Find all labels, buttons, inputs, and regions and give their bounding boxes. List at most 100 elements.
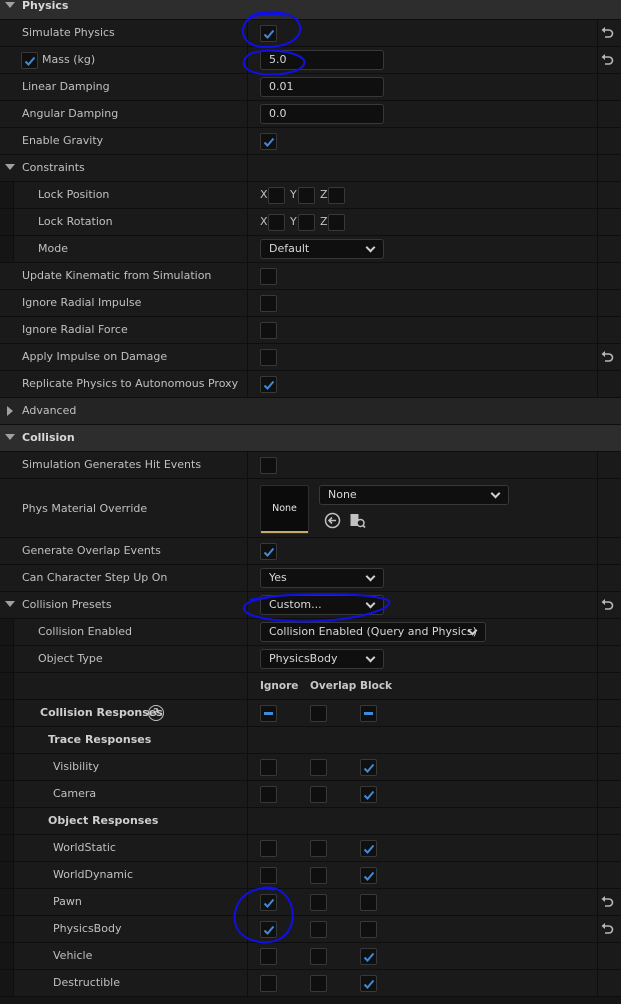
object-responses-row: Object Responses <box>0 808 621 835</box>
overlap-checkbox[interactable] <box>310 786 327 803</box>
angular-damping-input[interactable]: 0.0 <box>260 104 384 124</box>
lock-position-x-checkbox[interactable] <box>268 187 285 204</box>
group-constraints[interactable]: Constraints <box>0 155 621 182</box>
lock-position-y-checkbox[interactable] <box>298 187 315 204</box>
mass-override-checkbox[interactable] <box>21 52 38 69</box>
mode-value: Default <box>269 242 310 255</box>
block-checkbox[interactable] <box>360 759 377 776</box>
expand-arrow-icon[interactable] <box>5 164 15 170</box>
linear-damping-input[interactable]: 0.01 <box>260 77 384 97</box>
overlap-checkbox[interactable] <box>310 867 327 884</box>
mass-input[interactable]: 5.0 <box>260 50 384 70</box>
prop-can-step: Can Character Step Up On Yes <box>0 565 621 592</box>
lock-position-z-checkbox[interactable] <box>328 187 345 204</box>
channel-label: Vehicle <box>53 949 93 962</box>
collision-presets-dropdown[interactable]: Custom... <box>260 595 384 615</box>
reset-arrow-icon[interactable] <box>600 922 614 936</box>
category-collision[interactable]: Collision <box>0 425 621 452</box>
lock-rotation-z-checkbox[interactable] <box>328 214 345 231</box>
ignore-checkbox[interactable] <box>260 948 277 965</box>
axis-x-label: X <box>260 188 268 201</box>
all-block-checkbox[interactable] <box>360 705 377 722</box>
overlap-checkbox[interactable] <box>310 975 327 992</box>
prop-label: Simulation Generates Hit Events <box>22 458 202 471</box>
ignore-checkbox[interactable] <box>260 759 277 776</box>
apply-impulse-checkbox[interactable] <box>260 349 277 366</box>
col-block-header: Block <box>360 680 393 692</box>
prop-lock-position: Lock Position X Y Z <box>0 182 621 209</box>
expand-arrow-icon[interactable] <box>5 601 15 607</box>
can-step-dropdown[interactable]: Yes <box>260 568 384 588</box>
overlap-checkbox[interactable] <box>310 759 327 776</box>
gen-overlap-checkbox[interactable] <box>260 543 277 560</box>
category-physics[interactable]: Physics <box>0 0 621 20</box>
phys-material-thumbnail[interactable]: None <box>260 485 309 534</box>
ignore-radial-force-checkbox[interactable] <box>260 322 277 339</box>
all-overlap-checkbox[interactable] <box>310 705 327 722</box>
help-icon[interactable]: ? <box>148 705 164 721</box>
block-checkbox[interactable] <box>360 948 377 965</box>
overlap-checkbox[interactable] <box>310 948 327 965</box>
collision-enabled-dropdown[interactable]: Collision Enabled (Query and Physics) <box>260 622 486 642</box>
prop-label: Lock Rotation <box>38 215 113 228</box>
chevron-down-icon <box>365 242 376 253</box>
chevron-down-icon <box>365 652 376 663</box>
expand-arrow-icon[interactable] <box>5 434 15 440</box>
object-type-dropdown[interactable]: PhysicsBody <box>260 649 384 669</box>
phys-material-dropdown[interactable]: None <box>319 485 509 505</box>
simulate-physics-checkbox[interactable] <box>260 25 277 42</box>
prop-update-kinematic: Update Kinematic from Simulation <box>0 263 621 290</box>
channel-row: Camera <box>0 781 621 808</box>
prop-simulate-physics: Simulate Physics <box>0 20 621 47</box>
browse-asset-icon[interactable] <box>349 512 366 529</box>
group-advanced[interactable]: Advanced <box>0 398 621 425</box>
group-collision-presets[interactable]: Collision Presets Custom... <box>0 592 621 619</box>
chevron-down-icon <box>490 488 501 499</box>
ignore-checkbox[interactable] <box>260 840 277 857</box>
prop-label: Object Type <box>38 652 103 665</box>
update-kinematic-checkbox[interactable] <box>260 268 277 285</box>
block-checkbox[interactable] <box>360 867 377 884</box>
block-checkbox[interactable] <box>360 921 377 938</box>
ignore-checkbox[interactable] <box>260 786 277 803</box>
lock-rotation-y-checkbox[interactable] <box>298 214 315 231</box>
block-checkbox[interactable] <box>360 894 377 911</box>
block-checkbox[interactable] <box>360 840 377 857</box>
sim-hit-events-checkbox[interactable] <box>260 457 277 474</box>
prop-linear-damping: Linear Damping 0.01 <box>0 74 621 101</box>
overlap-checkbox[interactable] <box>310 921 327 938</box>
channel-row: WorldDynamic <box>0 862 621 889</box>
reset-arrow-icon[interactable] <box>600 53 614 67</box>
block-checkbox[interactable] <box>360 975 377 992</box>
reset-arrow-icon[interactable] <box>600 598 614 612</box>
channel-row: Destructible <box>0 970 621 997</box>
block-checkbox[interactable] <box>360 786 377 803</box>
enable-gravity-checkbox[interactable] <box>260 133 277 150</box>
ignore-radial-impulse-checkbox[interactable] <box>260 295 277 312</box>
prop-ignore-radial-impulse: Ignore Radial Impulse <box>0 290 621 317</box>
prop-label: Angular Damping <box>22 107 119 120</box>
all-ignore-checkbox[interactable] <box>260 705 277 722</box>
reset-arrow-icon[interactable] <box>600 895 614 909</box>
mode-dropdown[interactable]: Default <box>260 239 384 259</box>
replicate-physics-checkbox[interactable] <box>260 376 277 393</box>
ignore-checkbox[interactable] <box>260 894 277 911</box>
reset-arrow-icon[interactable] <box>600 350 614 364</box>
collision-enabled-value: Collision Enabled (Query and Physics) <box>269 625 477 638</box>
use-selected-icon[interactable] <box>324 512 341 529</box>
ignore-checkbox[interactable] <box>260 975 277 992</box>
prop-apply-impulse: Apply Impulse on Damage <box>0 344 621 371</box>
ignore-checkbox[interactable] <box>260 921 277 938</box>
overlap-checkbox[interactable] <box>310 894 327 911</box>
channel-label: WorldStatic <box>53 841 116 854</box>
ignore-checkbox[interactable] <box>260 867 277 884</box>
prop-object-type: Object Type PhysicsBody <box>0 646 621 673</box>
expand-arrow-icon[interactable] <box>5 2 15 8</box>
trace-responses-row: Trace Responses <box>0 727 621 754</box>
reset-arrow-icon[interactable] <box>600 26 614 40</box>
prop-sim-hit-events: Simulation Generates Hit Events <box>0 452 621 479</box>
prop-label: Generate Overlap Events <box>22 544 161 557</box>
overlap-checkbox[interactable] <box>310 840 327 857</box>
lock-rotation-x-checkbox[interactable] <box>268 214 285 231</box>
collapsed-arrow-icon[interactable] <box>7 406 13 416</box>
